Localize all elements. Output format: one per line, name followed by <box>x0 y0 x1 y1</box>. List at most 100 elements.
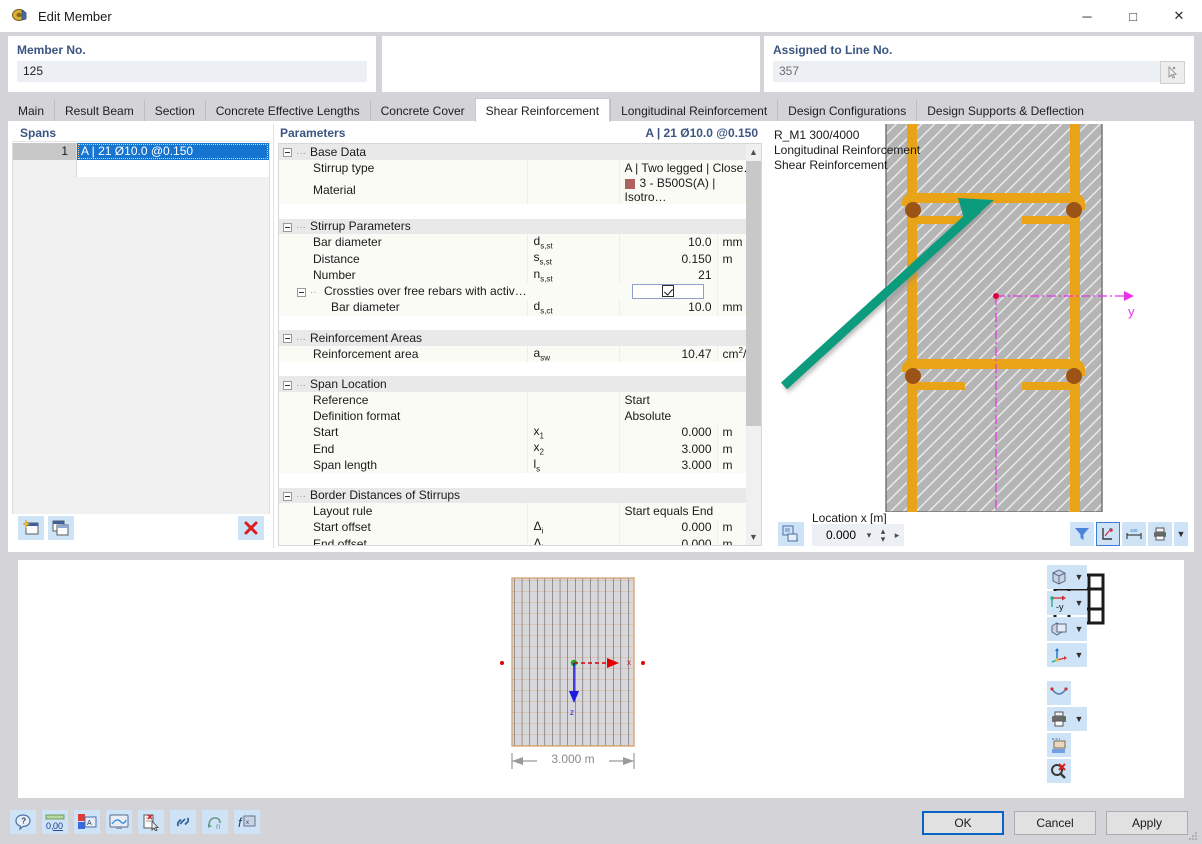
cancel-button[interactable]: Cancel <box>1014 811 1096 835</box>
tab-shear-reinforcement[interactable]: Shear Reinforcement <box>474 98 611 122</box>
apply-button[interactable]: Apply <box>1106 811 1188 835</box>
group-row[interactable]: ··· Reinforcement Areas <box>279 329 761 346</box>
row-value[interactable]: 0.000 <box>619 535 718 545</box>
relation-icon[interactable]: n <box>202 810 228 834</box>
span-value-empty[interactable] <box>77 160 269 177</box>
location-x-value[interactable]: 0.000 <box>812 528 862 542</box>
table-row[interactable]: Reinforcement area asw 10.47 cm2/m <box>279 345 761 362</box>
chevron-up-icon[interactable]: ▲ <box>746 144 761 160</box>
table-row[interactable]: ·· Crossties over free rebars with activ… <box>279 283 761 300</box>
chevron-down-icon[interactable]: ▾ <box>862 530 876 541</box>
render-toggle-icon[interactable] <box>778 522 804 546</box>
spans-grid[interactable]: 1 A | 21 Ø10.0 @0.150 <box>12 143 270 519</box>
row-value[interactable]: 0.150 <box>619 250 718 267</box>
copy-span-icon[interactable] <box>48 516 74 540</box>
table-row[interactable]: Span length ls 3.000 m <box>279 456 761 474</box>
group-row[interactable]: ··· Base Data <box>279 144 761 160</box>
group-row[interactable]: ··· Span Location <box>279 375 761 392</box>
display-properties-icon[interactable]: A <box>74 810 100 834</box>
group-row[interactable]: ··· Border Distances of Stirrups <box>279 487 761 504</box>
clear-selection-icon[interactable] <box>138 810 164 834</box>
close-button[interactable]: ✕ <box>1156 0 1202 32</box>
table-row[interactable]: End x2 3.000 m <box>279 440 761 457</box>
row-value[interactable]: 3.000 <box>619 456 718 474</box>
spinner-arrows-icon[interactable]: ▴ ▾ <box>876 527 890 544</box>
tab-concrete-effective-lengths[interactable]: Concrete Effective Lengths <box>204 99 370 122</box>
coordinate-system-icon[interactable] <box>1047 643 1071 667</box>
table-row[interactable]: Layout rule Start equals End <box>279 503 761 520</box>
dimension-icon[interactable]: 100 <box>1122 522 1146 546</box>
table-row[interactable]: Start offset Δi 0.000 m <box>279 519 761 536</box>
table-row[interactable]: Distance ss,st 0.150 m <box>279 250 761 267</box>
caret-down-icon[interactable]: ▼ <box>1071 565 1087 589</box>
print-icon[interactable] <box>1047 707 1071 731</box>
deformation-icon[interactable] <box>1047 681 1071 705</box>
tab-main[interactable]: Main <box>8 99 55 122</box>
table-row[interactable]: 1 A | 21 Ø10.0 @0.150 <box>13 143 269 160</box>
span-value[interactable]: A | 21 Ø10.0 @0.150 <box>77 143 269 160</box>
info-bubble-icon[interactable]: ? <box>10 810 36 834</box>
table-row-empty[interactable] <box>13 160 269 177</box>
layers-icon[interactable] <box>1047 617 1071 641</box>
row-value[interactable]: 21 <box>619 266 718 284</box>
chevron-down-icon[interactable]: ▼ <box>746 529 761 545</box>
table-row[interactable]: Start x1 0.000 m <box>279 423 761 441</box>
tab-section[interactable]: Section <box>143 99 205 122</box>
row-value[interactable]: 10.0 <box>619 234 718 251</box>
tab-result-beam[interactable]: Result Beam <box>54 99 144 122</box>
table-row[interactable]: Number ns,st 21 <box>279 266 761 284</box>
view-axis-minus-y-icon[interactable]: -y <box>1047 591 1071 615</box>
caret-down-icon[interactable]: ▼ <box>1071 643 1087 667</box>
table-row[interactable]: Definition format Absolute <box>279 407 761 424</box>
minimize-button[interactable]: ─ <box>1064 0 1110 32</box>
cross-section-canvas[interactable]: y <box>768 124 1192 512</box>
pick-cursor-icon[interactable] <box>1160 61 1185 84</box>
assigned-line-input[interactable] <box>773 61 1171 82</box>
member-preview-canvas[interactable]: x z 3.000 m <box>499 569 709 779</box>
location-x-spinner[interactable]: 0.000 ▾ ▴ ▾ ▸ <box>812 524 904 546</box>
row-value[interactable]: 10.0 <box>619 299 718 316</box>
caret-down-icon[interactable]: ▼ <box>1071 707 1087 731</box>
row-value[interactable]: 0.000 <box>619 423 718 441</box>
maximize-button[interactable]: □ <box>1110 0 1156 32</box>
delete-span-icon[interactable] <box>238 516 264 540</box>
decimal-places-icon[interactable]: 0, 00 <box>42 810 68 834</box>
tab-longitudinal-reinforcement[interactable]: Longitudinal Reinforcement <box>610 99 778 122</box>
row-value[interactable]: 0.000 <box>619 519 718 536</box>
table-row[interactable]: Reference Start <box>279 391 761 408</box>
table-row[interactable]: Stirrup type A | Two legged | Close… <box>279 160 761 176</box>
tab-design-configurations[interactable]: Design Configurations <box>777 99 917 122</box>
table-row[interactable]: Material 3 - B500S(A) | Isotro… <box>279 176 761 204</box>
report-icon[interactable] <box>1047 733 1071 757</box>
row-value[interactable]: 3.000 <box>619 440 718 457</box>
filter-icon[interactable] <box>1070 522 1094 546</box>
tab-design-supports-deflection[interactable]: Design Supports & Deflection <box>916 99 1094 122</box>
row-value[interactable]: Absolute <box>619 407 761 424</box>
row-value[interactable]: Start equals End <box>619 503 761 520</box>
row-value[interactable]: 10.47 <box>619 345 718 362</box>
zoom-reset-icon[interactable] <box>1047 759 1071 783</box>
row-value[interactable]: A | Two legged | Close… <box>619 160 761 176</box>
formula-icon[interactable]: f x <box>234 810 260 834</box>
resize-grip[interactable] <box>1188 831 1198 841</box>
tab-concrete-cover[interactable]: Concrete Cover <box>369 99 475 122</box>
member-no-input[interactable] <box>17 61 367 82</box>
print-icon[interactable] <box>1148 522 1172 546</box>
checkbox-checked-icon[interactable] <box>661 285 674 298</box>
table-row[interactable]: Bar diameter ds,st 10.0 mm <box>279 234 761 251</box>
group-row[interactable]: ··· Stirrup Parameters <box>279 218 761 234</box>
new-span-icon[interactable] <box>18 516 44 540</box>
link-icon[interactable] <box>170 810 196 834</box>
table-row[interactable]: Bar diameter ds,ct 10.0 mm <box>279 299 761 316</box>
caret-down-icon[interactable]: ▼ <box>1071 591 1087 615</box>
table-row[interactable]: End offset Δj 0.000 m <box>279 535 761 545</box>
ok-button[interactable]: OK <box>922 811 1004 835</box>
row-value[interactable]: Start <box>619 391 761 408</box>
edit-graphic-icon[interactable]: y <box>1096 522 1120 546</box>
parameters-scrollbar[interactable]: ▲ ▼ <box>746 144 761 545</box>
caret-down-icon[interactable]: ▼ <box>1071 617 1087 641</box>
caret-down-icon[interactable]: ▼ <box>1174 522 1188 546</box>
graphic-screen-icon[interactable] <box>106 810 132 834</box>
scrollbar-thumb[interactable] <box>746 161 761 426</box>
render-cube-icon[interactable] <box>1047 565 1071 589</box>
